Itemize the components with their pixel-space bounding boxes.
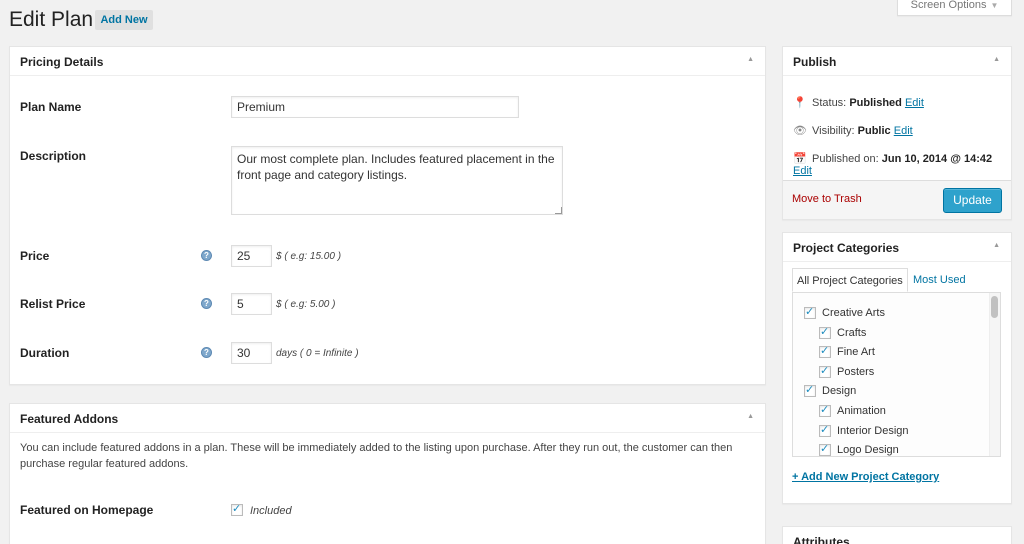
published-on-value: Jun 10, 2014 @ 14:42	[881, 153, 993, 165]
category-label: Crafts	[837, 326, 867, 339]
pricing-details-box: Pricing Details ▲ Plan Name Description …	[9, 46, 766, 385]
checkmark-icon: ✓	[820, 325, 830, 338]
status-value: Published	[849, 97, 902, 109]
project-categories-box: Project Categories ▲ All Project Categor…	[782, 232, 1012, 504]
publish-actions: Move to Trash Update	[783, 180, 1011, 219]
description-textarea[interactable]: Our most complete plan. Includes feature…	[231, 146, 563, 215]
checkmark-icon: ✓	[820, 423, 830, 436]
help-icon[interactable]: ?	[201, 298, 212, 309]
add-new-button[interactable]: Add New	[95, 10, 153, 30]
checkmark-icon: ✓	[805, 384, 815, 397]
category-label: Animation	[837, 405, 886, 417]
category-checkbox[interactable]: ✓	[804, 384, 816, 398]
page-title: Edit Plan	[9, 8, 94, 31]
published-on-row: 📅 Published on: Jun 10, 2014 @ 14:42 Edit	[793, 152, 1011, 177]
move-to-trash-link[interactable]: Move to Trash	[792, 193, 862, 205]
collapse-arrow-icon[interactable]: ▲	[993, 242, 1000, 249]
category-label: Interior Design	[837, 424, 909, 437]
checkmark-icon: ✓	[805, 306, 815, 318]
publish-box: Publish ▲ 📍 Status: Published Edit 👁 Visib…	[782, 46, 1012, 220]
edit-date-link[interactable]: Edit	[793, 165, 812, 177]
attributes-title: Attributes	[793, 535, 850, 544]
collapse-arrow-icon[interactable]: ▲	[993, 56, 1000, 63]
project-categories-header[interactable]: Project Categories ▲	[783, 233, 1011, 262]
publish-title: Publish	[793, 55, 837, 69]
status-label: Status:	[812, 97, 847, 109]
included-label: Included	[250, 505, 292, 517]
duration-input[interactable]	[231, 342, 272, 364]
category-checkbox[interactable]: ✓	[819, 345, 831, 359]
screen-options-label: Screen Options	[910, 0, 987, 11]
plan-name-input[interactable]	[231, 96, 519, 118]
scrollbar-thumb[interactable]	[991, 296, 998, 318]
featured-addons-header[interactable]: Featured Addons ▲	[10, 404, 765, 433]
checkmark-icon: ✓	[232, 503, 242, 515]
category-checkbox[interactable]: ✓	[819, 423, 831, 437]
screen-options-button[interactable]: Screen Options ▼	[897, 0, 1012, 16]
checkmark-icon: ✓	[820, 345, 830, 358]
resize-grip-icon[interactable]	[555, 207, 562, 214]
chevron-down-icon: ▼	[990, 1, 999, 10]
tab-most-used[interactable]: Most Used	[909, 268, 970, 292]
project-categories-title: Project Categories	[793, 241, 900, 255]
relist-price-label: Relist Price	[20, 297, 86, 311]
category-checklist[interactable]: ✓ Creative Arts ✓ Crafts ✓ Fine Art ✓ Posters ✓ D…	[792, 292, 1001, 457]
relist-price-input[interactable]	[231, 293, 272, 315]
pin-icon: 📍	[793, 97, 807, 109]
description-field-wrap: Our most complete plan. Includes feature…	[231, 146, 563, 215]
help-icon[interactable]: ?	[201, 347, 212, 358]
featured-addons-description: You can include featured addons in a pla…	[20, 442, 733, 470]
featured-addons-title: Featured Addons	[20, 412, 119, 426]
duration-label: Duration	[20, 346, 70, 360]
scrollbar[interactable]	[989, 293, 1000, 456]
category-checkbox[interactable]: ✓	[819, 443, 831, 456]
price-hint: $ ( e.g: 15.00 )	[276, 251, 342, 262]
help-icon[interactable]: ?	[201, 250, 212, 261]
category-checkbox[interactable]: ✓	[819, 404, 831, 417]
category-label: Creative Arts	[822, 307, 885, 319]
relist-price-hint: $ ( e.g: 5.00 )	[276, 299, 336, 310]
tab-all-project-categories[interactable]: All Project Categories	[792, 268, 908, 292]
category-label: Design	[822, 385, 857, 398]
price-label: Price	[20, 249, 50, 263]
visibility-row: 👁 Visibility: Public Edit	[793, 124, 913, 137]
add-new-category-link[interactable]: + Add New Project Category	[792, 471, 939, 483]
collapse-arrow-icon[interactable]: ▲	[747, 413, 754, 420]
duration-hint: days ( 0 = Infinite )	[276, 348, 359, 359]
pricing-details-title: Pricing Details	[20, 55, 104, 69]
publish-header[interactable]: Publish ▲	[783, 47, 1011, 76]
published-on-label: Published on:	[812, 153, 879, 165]
category-checkbox[interactable]: ✓	[804, 306, 816, 319]
category-label: Fine Art	[837, 346, 875, 359]
checkmark-icon: ✓	[820, 443, 830, 456]
update-button[interactable]: Update	[943, 188, 1002, 213]
category-checkbox[interactable]: ✓	[819, 364, 831, 378]
attributes-box: Attributes	[782, 526, 1012, 544]
price-input[interactable]	[231, 245, 272, 267]
calendar-icon: 📅	[793, 153, 807, 165]
category-label: Posters	[837, 365, 875, 378]
attributes-header[interactable]: Attributes	[783, 527, 1011, 544]
category-label: Logo Design	[837, 444, 899, 457]
edit-status-link[interactable]: Edit	[905, 97, 924, 109]
status-row: 📍 Status: Published Edit	[793, 96, 924, 109]
plan-name-label: Plan Name	[20, 100, 82, 114]
checkmark-icon: ✓	[820, 404, 830, 416]
eye-icon: 👁	[793, 125, 807, 137]
description-label: Description	[20, 149, 87, 163]
checkmark-icon: ✓	[820, 364, 830, 377]
featured-homepage-checkbox[interactable]: ✓	[231, 503, 243, 516]
category-checkbox[interactable]: ✓	[819, 325, 831, 339]
collapse-arrow-icon[interactable]: ▲	[747, 56, 754, 63]
visibility-value: Public	[857, 125, 891, 137]
visibility-label: Visibility:	[812, 125, 855, 137]
pricing-details-header[interactable]: Pricing Details ▲	[10, 47, 765, 76]
featured-homepage-label: Featured on Homepage	[20, 503, 154, 517]
featured-addons-box: Featured Addons ▲ You can include featur…	[9, 403, 766, 544]
edit-visibility-link[interactable]: Edit	[894, 125, 913, 137]
